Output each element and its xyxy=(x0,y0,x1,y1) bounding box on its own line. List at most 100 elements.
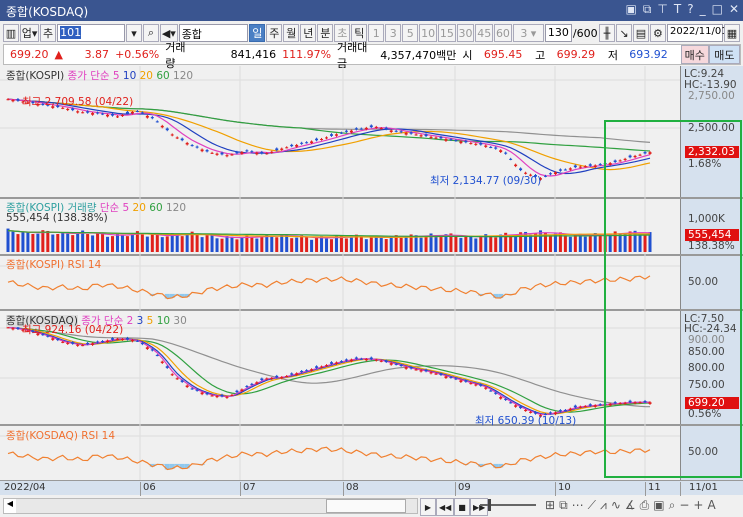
kosdaq-candle xyxy=(185,385,189,388)
kospi-candle xyxy=(270,151,274,153)
trend-icon[interactable]: ⩘ xyxy=(600,498,607,513)
kosdaq-candle xyxy=(135,340,139,342)
draw-line-icon[interactable]: ⟋ xyxy=(588,498,596,513)
kospi-candle xyxy=(504,152,508,154)
scroll-thumb[interactable] xyxy=(326,499,406,513)
search-icon[interactable]: ⌕ xyxy=(142,24,159,42)
sell-button[interactable]: 매도 xyxy=(708,45,741,64)
kosdaq-candle xyxy=(91,343,95,345)
volume-bar xyxy=(155,234,159,252)
min-30[interactable]: 30 xyxy=(456,24,475,42)
kosdaq-candle xyxy=(414,369,418,371)
kospi-candle xyxy=(86,111,90,113)
copy-icon[interactable]: ⧉ xyxy=(643,2,652,17)
date-input[interactable]: 2022/11/01 xyxy=(666,24,728,42)
zoom-slider[interactable] xyxy=(480,499,536,511)
text-icon[interactable]: T xyxy=(674,2,681,17)
min-60[interactable]: 60 xyxy=(494,24,512,42)
volume-bar xyxy=(270,236,274,252)
close-icon[interactable]: ✕ xyxy=(729,2,739,17)
zoom-icon[interactable]: ⌕ xyxy=(669,498,676,513)
kospi-candle xyxy=(573,165,577,168)
volume-bar xyxy=(185,233,189,252)
chart-area[interactable] xyxy=(0,66,743,480)
kospi-last-tag: 2,332.03 xyxy=(685,146,739,158)
period-year[interactable]: 년 xyxy=(300,24,317,42)
period-day[interactable]: 일 xyxy=(249,24,266,42)
kosdaq-candle xyxy=(250,383,254,385)
volume-bar xyxy=(195,234,199,252)
kosdaq-hc: HC:-24.34 xyxy=(684,323,737,335)
code-dropdown[interactable]: ▾ xyxy=(125,24,142,42)
min-45[interactable]: 45 xyxy=(475,24,494,42)
kosdaq-candle xyxy=(51,338,55,340)
export-icon[interactable]: ▣ xyxy=(653,498,664,513)
save-icon[interactable]: ▤ xyxy=(632,24,649,42)
scroll-left-icon[interactable]: ◀ xyxy=(4,499,16,513)
kosdaq-candle xyxy=(76,344,80,346)
angle-icon[interactable]: ∡ xyxy=(625,498,636,513)
stop-icon[interactable]: ■ xyxy=(454,498,470,516)
kosdaq-candle xyxy=(474,384,478,386)
pin-icon[interactable]: ⊤ xyxy=(657,2,667,17)
rewind-icon[interactable]: ◀◀ xyxy=(436,498,455,516)
min-10[interactable]: 10 xyxy=(419,24,437,42)
minus-icon[interactable]: − xyxy=(679,498,689,513)
min-15[interactable]: 15 xyxy=(437,24,456,42)
horizontal-scrollbar[interactable]: ◀ xyxy=(3,498,418,514)
maximize-icon[interactable]: □ xyxy=(712,2,723,17)
market-select[interactable]: 업 ▾ xyxy=(20,24,40,42)
up-arrow-icon: ▲ xyxy=(54,48,63,61)
kospi-candle xyxy=(140,112,144,114)
scroll-right-icon[interactable]: ▶ xyxy=(420,498,436,516)
kosdaq-candle xyxy=(265,378,269,380)
wave-icon[interactable]: ∿ xyxy=(611,498,621,513)
code-input[interactable]: 101 xyxy=(57,24,125,42)
kospi-candle xyxy=(389,130,393,133)
print-icon[interactable]: ⎙ xyxy=(640,498,650,513)
dotted-icon[interactable]: ⋯ xyxy=(572,498,584,513)
restore-icon[interactable]: ▣ xyxy=(626,2,637,17)
volume-bar xyxy=(359,236,363,252)
zoom-slider-handle[interactable] xyxy=(488,499,491,511)
volume-bar xyxy=(439,237,443,252)
n-select[interactable]: 3 ▾ xyxy=(512,24,544,42)
kosdaq-candle xyxy=(295,373,299,375)
add-button[interactable]: 추 xyxy=(40,24,57,42)
kosdaq-candle xyxy=(170,374,174,376)
plus-icon[interactable]: + xyxy=(693,498,703,513)
kosdaq-candle xyxy=(11,328,15,330)
kospi-candle xyxy=(354,128,358,130)
font-icon[interactable]: A xyxy=(707,498,715,513)
volume-bar xyxy=(120,234,124,252)
high: 699.29 xyxy=(556,48,596,61)
kospi-candle xyxy=(593,165,597,168)
count-input[interactable]: 130 xyxy=(544,24,572,42)
candle-type-icon[interactable]: ╫ xyxy=(598,24,615,42)
indicator-icon[interactable]: ↘ xyxy=(615,24,632,42)
layout-icon[interactable]: ▥ xyxy=(3,24,19,42)
volume-bar xyxy=(414,235,418,252)
period-minute[interactable]: 분 xyxy=(317,24,334,42)
kospi-candle xyxy=(170,134,174,136)
min-3[interactable]: 3 xyxy=(385,24,402,42)
help-icon[interactable]: ? xyxy=(687,2,693,17)
period-week[interactable]: 주 xyxy=(266,24,283,42)
min-5[interactable]: 5 xyxy=(402,24,419,42)
window-icon[interactable]: ⧉ xyxy=(559,498,568,513)
volume-bar xyxy=(628,231,632,252)
buy-button[interactable]: 매수 xyxy=(680,45,709,64)
kosdaq-candle xyxy=(449,376,453,378)
kospi-candle xyxy=(334,134,338,136)
gear-icon[interactable]: ⚙ xyxy=(649,24,666,42)
forward-icon[interactable]: ▶▶ xyxy=(470,498,489,516)
volume-bar xyxy=(175,233,179,252)
volume-bar xyxy=(638,234,642,252)
volume-bar xyxy=(101,233,105,252)
period-month[interactable]: 월 xyxy=(283,24,300,42)
kospi-candle xyxy=(135,110,139,112)
minimize-icon[interactable]: _ xyxy=(700,2,706,17)
calendar-icon[interactable]: ▦ xyxy=(723,24,740,42)
volume-bar xyxy=(568,236,572,252)
split-icon[interactable]: ⊞ xyxy=(545,498,555,513)
